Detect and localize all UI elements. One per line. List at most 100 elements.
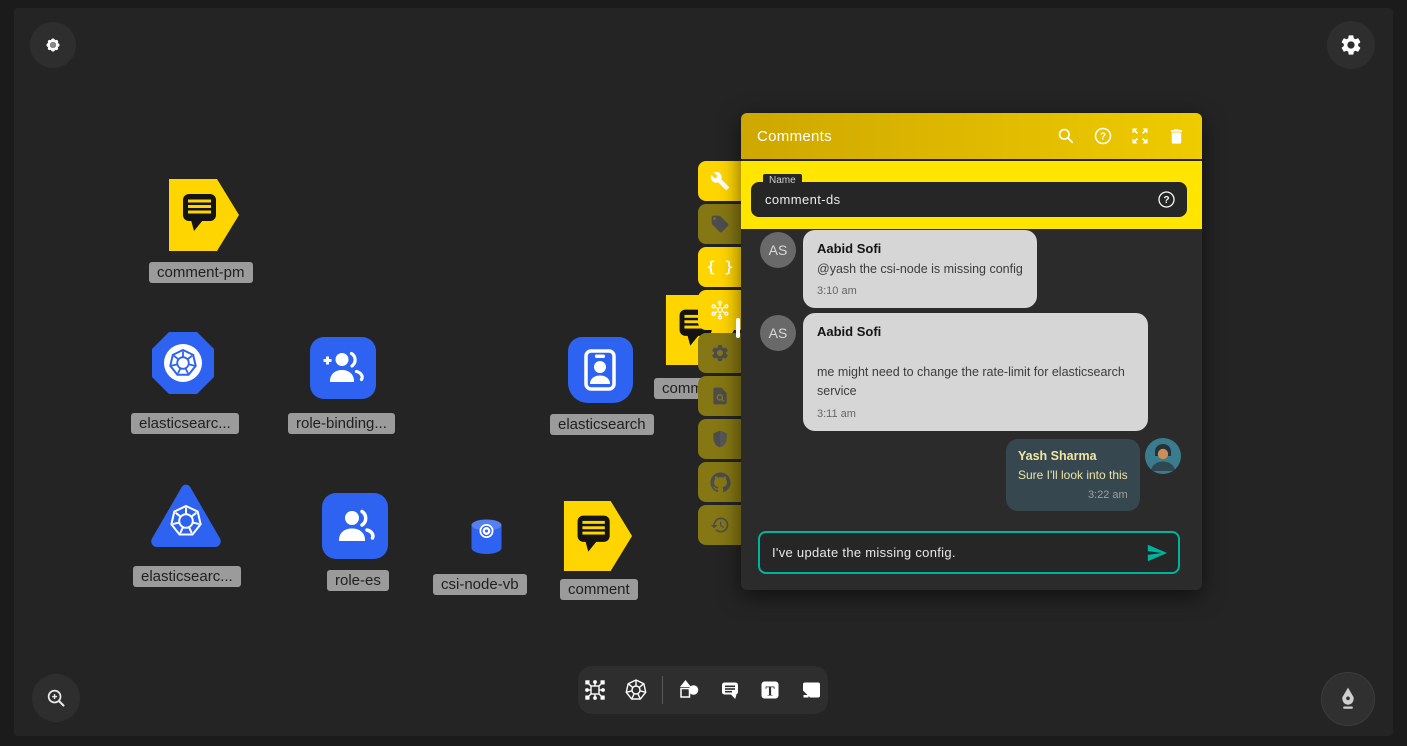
kubernetes-icon <box>624 678 648 702</box>
message-author: Yash Sharma <box>1018 449 1128 463</box>
node-label-comment: comment <box>560 579 638 600</box>
label-tool-button[interactable] <box>698 204 742 244</box>
node-elasticsearch-octagon[interactable] <box>150 330 216 401</box>
comment-message: Yash Sharma Sure I'll look into this 3:2… <box>1006 439 1140 511</box>
panel-scrollbar-thumb[interactable] <box>736 318 740 338</box>
pen-tool-button[interactable] <box>1321 672 1375 726</box>
github-tool-button[interactable] <box>698 462 742 502</box>
message-time: 3:10 am <box>817 285 1023 297</box>
config-json-tool-button[interactable]: { } <box>698 247 742 287</box>
github-icon <box>710 472 731 493</box>
shield-icon <box>710 429 730 449</box>
comment-bubble-icon <box>718 678 742 702</box>
note-icon <box>799 678 823 702</box>
zoom-in-icon <box>45 687 68 710</box>
person-photo-icon <box>1145 438 1181 474</box>
storage-cylinder-icon <box>470 518 503 555</box>
settings-button[interactable] <box>1327 21 1375 69</box>
wrench-icon <box>710 171 730 191</box>
name-field-label: Name <box>763 174 802 187</box>
avatar-yash <box>1145 438 1181 474</box>
message-text: @yash the csi-node is missing config <box>817 260 1023 279</box>
settings-tool-button[interactable] <box>698 333 742 373</box>
comment-message: Aabid Sofi me might need to change the r… <box>803 313 1148 431</box>
reply-field-wrap <box>758 531 1180 574</box>
gear-icon <box>710 343 730 363</box>
comments-panel-header[interactable]: Comments ? <box>741 113 1202 159</box>
send-button[interactable] <box>1146 542 1168 564</box>
tag-icon <box>710 214 730 234</box>
braces-icon: { } <box>706 258 733 276</box>
svg-text:T: T <box>766 684 776 699</box>
service-account-badge-icon <box>581 348 621 392</box>
node-label-csi-node-vb: csi-node-vb <box>433 574 527 595</box>
components-tool-button[interactable] <box>578 670 613 710</box>
name-field-wrap: Name ? <box>751 182 1187 217</box>
send-icon <box>1146 542 1168 564</box>
panel-title: Comments <box>757 128 1056 145</box>
reply-input[interactable] <box>760 545 1146 560</box>
comments-panel: Comments ? Name ? <box>741 113 1202 590</box>
comment-tool-button[interactable] <box>712 670 747 710</box>
message-time: 3:22 am <box>1018 489 1128 501</box>
gear-icon <box>1339 33 1363 57</box>
trash-icon[interactable] <box>1167 127 1186 146</box>
avatar-aabid: AS <box>760 232 796 268</box>
document-search-icon <box>710 386 730 406</box>
kubernetes-tool-button[interactable] <box>619 670 654 710</box>
note-tool-button[interactable] <box>793 670 828 710</box>
kubernetes-triangle-icon <box>147 481 225 551</box>
node-label-elasticsearch-2: elasticsearch <box>550 414 654 435</box>
policy-tool-button[interactable] <box>698 419 742 459</box>
app-menu-button[interactable] <box>30 22 76 68</box>
comment-node-icon <box>168 178 240 252</box>
node-elasticsearch-triangle[interactable] <box>147 481 225 556</box>
hub-icon <box>709 299 731 321</box>
search-icon[interactable] <box>1056 126 1076 146</box>
message-author: Aabid Sofi <box>817 324 1134 339</box>
inspect-tool-button[interactable] <box>698 376 742 416</box>
role-binding-icon <box>321 346 365 390</box>
configure-tool-button[interactable] <box>698 161 742 201</box>
flower-mesh-icon <box>42 34 64 56</box>
node-role-es[interactable] <box>322 493 388 559</box>
comments-list[interactable]: AS Aabid Sofi @yash the csi-node is miss… <box>741 229 1202 529</box>
node-action-toolbar: { } <box>698 161 742 548</box>
svg-text:?: ? <box>1163 195 1169 206</box>
name-input[interactable] <box>751 192 1157 207</box>
field-help-icon[interactable]: ? <box>1157 190 1176 209</box>
kubernetes-octagon-icon <box>150 330 216 396</box>
node-label-elasticsearch-3: elasticsearc... <box>133 566 241 587</box>
canvas-tools-toolbar: T <box>578 666 828 714</box>
node-comment[interactable] <box>562 500 634 577</box>
message-time: 3:11 am <box>817 408 1134 420</box>
role-icon <box>333 504 377 548</box>
message-author: Aabid Sofi <box>817 241 1023 256</box>
node-csi-node-vb[interactable] <box>470 518 503 560</box>
comment-node-icon <box>562 500 634 572</box>
circuit-icon <box>583 678 607 702</box>
message-text: Sure I'll look into this <box>1018 466 1128 485</box>
history-icon <box>710 515 730 535</box>
svg-text:?: ? <box>1100 132 1106 143</box>
shapes-icon <box>677 678 701 702</box>
text-icon: T <box>758 678 782 702</box>
shapes-tool-button[interactable] <box>672 670 707 710</box>
text-tool-button[interactable]: T <box>753 670 788 710</box>
help-icon[interactable]: ? <box>1093 126 1113 146</box>
message-text: me might need to change the rate-limit f… <box>817 363 1134 402</box>
zoom-button[interactable] <box>32 674 80 722</box>
toolbar-divider <box>662 676 663 704</box>
node-elasticsearch-serviceaccount[interactable] <box>568 337 633 403</box>
history-tool-button[interactable] <box>698 505 742 545</box>
node-label-comment-pm: comment-pm <box>149 262 253 283</box>
expand-icon[interactable] <box>1130 126 1150 146</box>
node-comment-pm[interactable] <box>168 178 240 257</box>
node-label-role-binding: role-binding... <box>288 413 395 434</box>
comment-message: Aabid Sofi @yash the csi-node is missing… <box>803 230 1037 308</box>
avatar-aabid: AS <box>760 315 796 351</box>
node-role-binding[interactable] <box>310 337 376 399</box>
node-label-elasticsearch-1: elasticsearc... <box>131 413 239 434</box>
node-name-form: Name ? <box>741 159 1202 229</box>
pen-nib-icon <box>1334 685 1362 713</box>
